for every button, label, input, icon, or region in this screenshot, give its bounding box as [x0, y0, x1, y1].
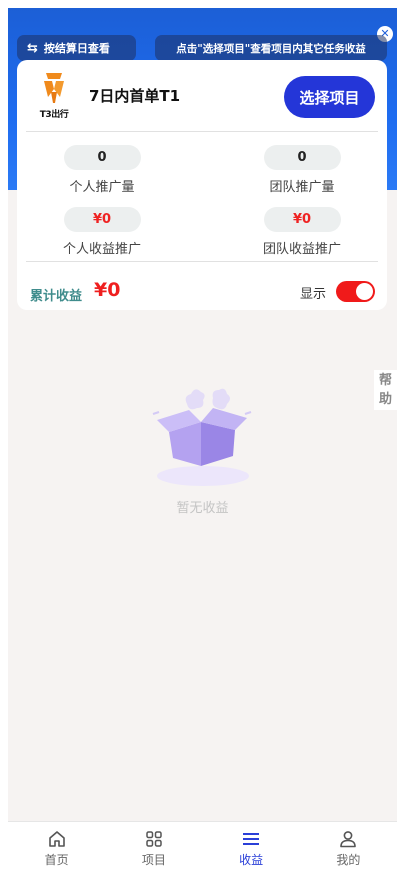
grid-icon: [146, 831, 162, 847]
stat-label: 团队推广量: [269, 180, 335, 195]
hint-banner: 点击"选择项目"查看项目内其它任务收益: [155, 35, 387, 61]
stat-label: 个人收益推广: [62, 242, 141, 257]
help-button[interactable]: 帮助: [374, 370, 397, 410]
tab-mine[interactable]: 我的: [300, 822, 397, 871]
home-icon: [48, 831, 65, 847]
stat-personal-count: 0 个人推广量: [37, 145, 167, 195]
project-name: 7日内首单T1: [89, 87, 181, 105]
settle-date-label: 按结算日查看: [43, 42, 110, 55]
total-income-value: ¥0: [94, 279, 121, 301]
select-project-button[interactable]: 选择项目: [284, 76, 375, 118]
hint-text: 点击"选择项目"查看项目内其它任务收益: [176, 42, 366, 55]
tab-label: 项目: [141, 853, 166, 867]
tab-label: 收益: [239, 853, 264, 867]
menu-icon: [243, 833, 260, 845]
logo-text: T3出行: [39, 110, 69, 120]
total-income-label: 累计收益: [30, 289, 83, 304]
show-toggle[interactable]: [336, 281, 375, 302]
toggle-knob: [356, 283, 373, 300]
tab-label: 首页: [44, 853, 69, 867]
tab-home[interactable]: 首页: [8, 822, 105, 871]
t3-logo: T3出行: [34, 70, 74, 120]
stat-team-count: 0 团队推广量: [237, 145, 367, 195]
settle-date-button[interactable]: ⇆ 按结算日查看: [17, 35, 136, 61]
stat-value: ¥0: [263, 207, 341, 232]
tab-projects[interactable]: 项目: [105, 822, 202, 871]
swap-icon: ⇆: [27, 40, 38, 56]
show-label: 显示: [300, 287, 327, 302]
divider: [26, 131, 378, 132]
bottom-tab-bar: 首页 项目 收益 我的: [8, 821, 397, 871]
stat-team-income: ¥0 团队收益推广: [237, 207, 367, 257]
income-card: T3出行 7日内首单T1 选择项目 0 个人推广量 0 团队推广量 ¥0 个人收…: [17, 60, 387, 310]
stat-value: 0: [263, 145, 341, 170]
t3-logo-mark: [44, 73, 64, 103]
tab-label: 我的: [336, 853, 361, 867]
stat-label: 个人推广量: [69, 180, 135, 195]
empty-state-text: 暂无收益: [176, 501, 229, 516]
empty-box-illustration: [151, 384, 255, 494]
stat-label: 团队收益推广: [262, 242, 341, 257]
stat-value: ¥0: [63, 207, 141, 232]
tab-income[interactable]: 收益: [203, 822, 300, 871]
phone-screen: ✕ ⇆ 按结算日查看 点击"选择项目"查看项目内其它任务收益 T3出行 7日内首…: [8, 8, 397, 871]
project-row: T3出行 7日内首单T1 选择项目: [17, 60, 387, 124]
stat-personal-income: ¥0 个人收益推广: [37, 207, 167, 257]
divider: [26, 261, 378, 262]
user-icon: [340, 831, 357, 848]
stat-value: 0: [63, 145, 141, 170]
